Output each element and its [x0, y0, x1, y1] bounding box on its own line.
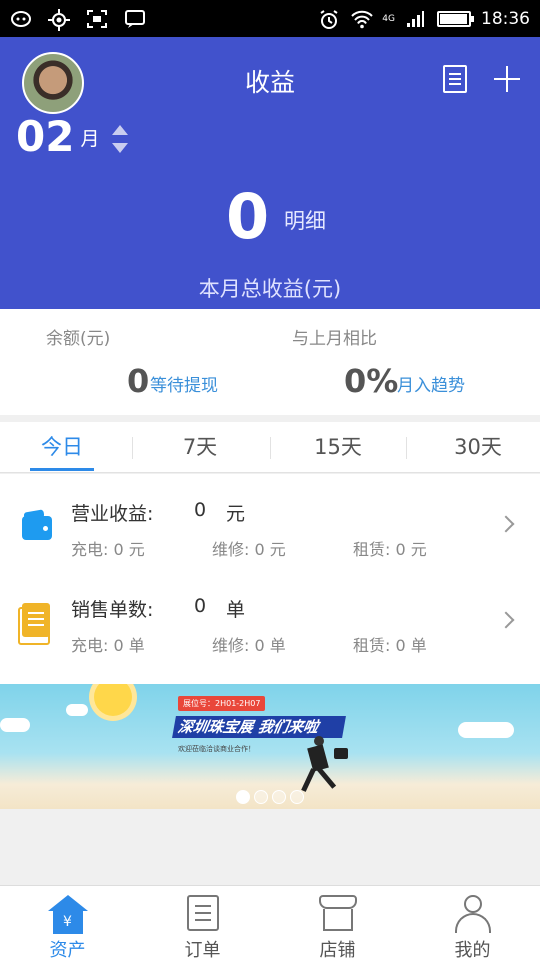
signal-icon [405, 9, 427, 29]
total-earnings: 0 明细 [0, 180, 540, 260]
row-rental: 租赁: 0 元 [353, 540, 427, 559]
nav-orders[interactable]: 订单 [135, 886, 270, 960]
month-toggle-icon[interactable] [111, 125, 129, 153]
nav-label: 资产 [49, 940, 86, 960]
order-list-icon [186, 895, 219, 931]
promo-banner[interactable]: 展位号：2H01-2H07 深圳珠宝展 我们来啦 欢迎莅临洽谈商业合作！ [0, 684, 540, 809]
detail-link[interactable]: 明细 [284, 205, 326, 235]
tab-divider [270, 437, 271, 459]
nav-assets[interactable]: ¥ 资产 [0, 886, 135, 960]
tab-divider [406, 437, 407, 459]
banner-subline: 欢迎莅临洽谈商业合作！ [178, 745, 255, 753]
earnings-header: 02 月 收益 0 明细 本月总收益(元) [0, 37, 540, 309]
pending-withdraw-link[interactable]: 等待提现 [150, 371, 218, 396]
total-earnings-value: 0 [226, 180, 270, 253]
cloud-illustration [0, 718, 30, 732]
month-compare-value: 0% [344, 362, 399, 400]
row-unit: 元 [226, 503, 246, 525]
row-amount: 0 [194, 499, 207, 521]
bottom-navigation: ¥ 资产 订单 店铺 我的 [0, 885, 540, 960]
balance-panel: 余额(元) 0 等待提现 与上月相比 0% 月入趋势 [0, 309, 540, 415]
tab-divider [132, 437, 133, 459]
wallet-icon [22, 516, 52, 540]
carousel-dot[interactable] [254, 790, 268, 804]
month-unit: 月 [80, 128, 100, 150]
monthly-trend-link[interactable]: 月入趋势 [397, 371, 465, 396]
tab-today[interactable]: 今日 [30, 422, 94, 473]
row-charging: 充电: 0 元 [71, 540, 145, 559]
screenshot-icon [86, 9, 108, 29]
nav-shop[interactable]: 店铺 [270, 886, 405, 960]
carousel-dot[interactable] [236, 790, 250, 804]
row-title: 营业收益: [71, 503, 154, 525]
month-compare-label: 与上月相比 [292, 329, 377, 349]
chevron-right-icon [497, 611, 515, 629]
home-yen-icon: ¥ [46, 895, 90, 935]
message-icon [124, 9, 146, 29]
status-bar: 4G 18:36 [0, 0, 540, 37]
carousel-dot[interactable] [272, 790, 286, 804]
banner-booth-tag: 展位号：2H01-2H07 [178, 696, 266, 711]
row-repair: 维修: 0 单 [212, 636, 286, 655]
sales-orders-row[interactable]: 销售单数: 0 单 充电: 0 单 维修: 0 单 租赁: 0 单 [0, 570, 540, 666]
person-icon [454, 895, 491, 933]
nav-me[interactable]: 我的 [405, 886, 540, 960]
carousel-dot[interactable] [290, 790, 304, 804]
nav-label: 订单 [184, 940, 221, 960]
balance-label: 余额(元) [46, 329, 111, 349]
wifi-icon [350, 9, 374, 29]
battery-icon [437, 10, 474, 27]
row-charging: 充电: 0 单 [71, 636, 145, 655]
balance-value: 0 [127, 362, 150, 400]
tab-7-days[interactable]: 7天 [168, 422, 232, 473]
document-icon [18, 603, 50, 645]
row-repair: 维修: 0 元 [212, 540, 286, 559]
banner-headline: 深圳珠宝展 我们来啦 [172, 716, 346, 738]
period-tabs: 今日 7天 15天 30天 [0, 422, 540, 473]
row-amount: 0 [194, 595, 207, 617]
row-unit: 单 [226, 599, 246, 621]
month-value: 02 [16, 112, 75, 161]
notification-icons [10, 8, 146, 31]
tab-15-days[interactable]: 15天 [306, 422, 370, 473]
carousel-indicator[interactable] [236, 790, 304, 804]
sun-illustration [94, 684, 132, 716]
nav-label: 我的 [454, 940, 491, 960]
gps-icon [48, 8, 70, 31]
system-icons: 4G 18:36 [318, 9, 530, 29]
tab-30-days[interactable]: 30天 [444, 422, 512, 473]
business-income-row[interactable]: 营业收益: 0 元 充电: 0 元 维修: 0 元 租赁: 0 元 [0, 474, 540, 570]
month-selector[interactable]: 02 月 [16, 113, 129, 161]
businessman-illustration [300, 736, 350, 796]
network-type: 4G [382, 13, 395, 24]
chevron-right-icon [497, 515, 515, 533]
shop-icon [318, 895, 357, 931]
income-list: 营业收益: 0 元 充电: 0 元 维修: 0 元 租赁: 0 元 销售单数: … [0, 474, 540, 684]
status-time: 18:36 [481, 8, 530, 29]
list-document-icon[interactable] [443, 65, 467, 93]
row-rental: 租赁: 0 单 [353, 636, 427, 655]
plus-icon[interactable] [494, 66, 520, 92]
wechat-icon [10, 9, 32, 29]
nav-label: 店铺 [319, 940, 356, 960]
cloud-illustration [458, 722, 514, 738]
total-earnings-caption: 本月总收益(元) [198, 277, 342, 301]
cloud-illustration [66, 704, 88, 716]
row-title: 销售单数: [71, 599, 154, 621]
alarm-icon [318, 9, 340, 29]
